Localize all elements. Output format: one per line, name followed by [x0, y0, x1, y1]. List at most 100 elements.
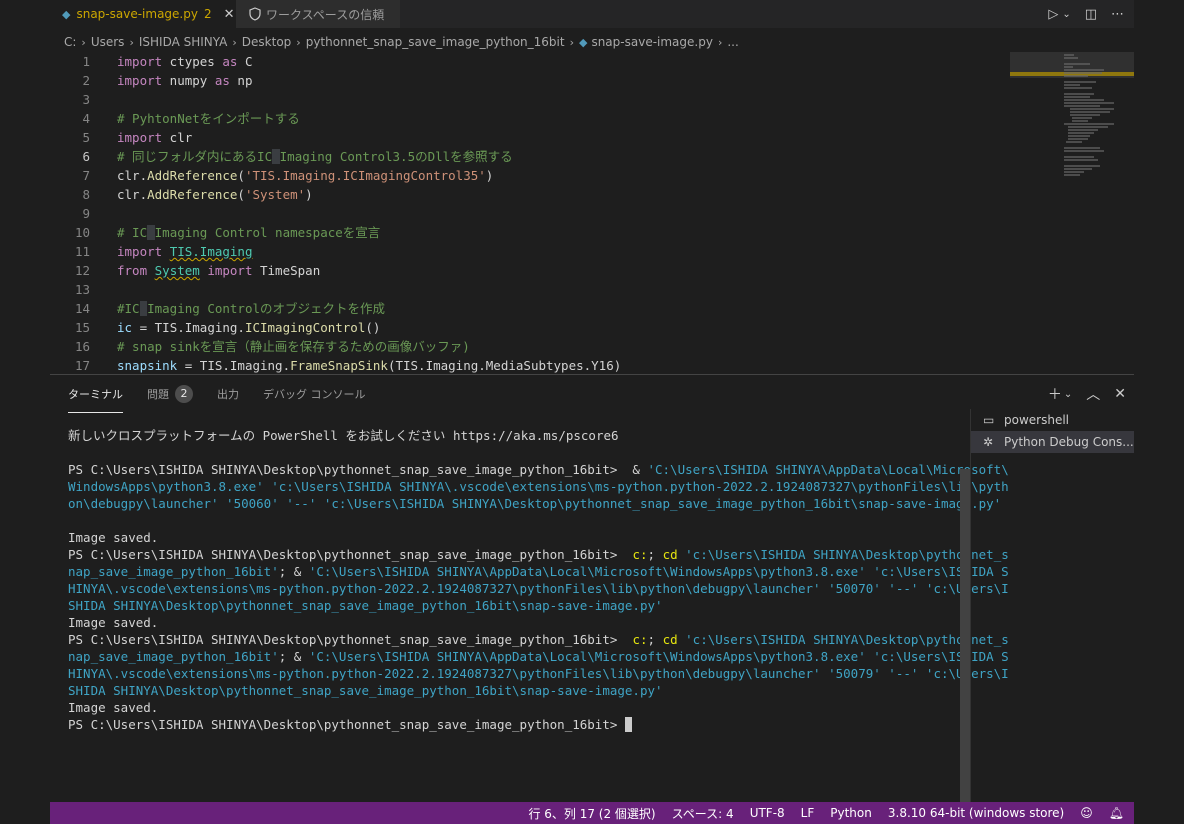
minimap-line [1064, 123, 1114, 125]
code-line[interactable]: 5 import clr [50, 128, 1010, 147]
terminal-text: Image saved. [68, 700, 159, 715]
code-line[interactable]: 6 # 同じフォルダ内にあるIC Imaging Control3.5のDllを参… [50, 147, 1010, 166]
close-panel-icon[interactable]: ✕ [1114, 386, 1126, 402]
minimap-line [1064, 150, 1104, 152]
editor-actions: ▷ ⌄ ◫ ⋯ [1048, 0, 1124, 28]
language-mode[interactable]: Python [830, 806, 872, 820]
line-number: 17 [74, 358, 90, 373]
code-line[interactable]: 13 [50, 280, 1010, 299]
code-line[interactable]: 1 import ctypes as C [50, 52, 1010, 71]
minimap-line [1064, 66, 1073, 68]
close-icon[interactable]: ✕ [224, 7, 235, 22]
breadcrumb-item[interactable]: C: [64, 35, 76, 49]
code-token [272, 149, 280, 164]
terminal-text: PS C:\Users\ISHIDA SHINYA\Desktop\python… [68, 547, 633, 562]
code-token: FrameSnapSink [290, 358, 388, 373]
terminal-text: Image saved. [68, 615, 159, 630]
chevron-right-icon: › [717, 35, 723, 49]
breadcrumb-item[interactable]: Desktop [242, 35, 292, 49]
code-token: Imaging Controlのオブジェクトを作成 [147, 301, 385, 316]
minimap[interactable] [1010, 52, 1134, 374]
debug-icon: ✲ [983, 435, 994, 449]
terminal-list-label: powershell [1004, 413, 1069, 427]
chevron-right-icon: › [296, 35, 301, 49]
code-line[interactable]: 10 # IC Imaging Control namespaceを宣言 [50, 223, 1010, 242]
code-line[interactable]: 2 import numpy as np [50, 71, 1010, 90]
split-editor-icon[interactable]: ◫ [1085, 7, 1097, 22]
indentation[interactable]: スペース: 4 [672, 805, 734, 822]
code-token: #IC [117, 301, 140, 316]
tab-debug-console[interactable]: デバッグ コンソール [263, 375, 366, 413]
cursor-position[interactable]: 行 6、列 17 (2 個選択) [528, 805, 655, 822]
terminal-text: 新しいクロスプラットフォームの PowerShell をお試しください http… [68, 428, 619, 443]
code-token: # PyhtonNetをインポートする [117, 111, 300, 126]
tab-problems[interactable]: 問題 2 [147, 375, 193, 413]
code-line[interactable]: 9 [50, 204, 1010, 223]
terminal-list-item[interactable]: ▭ powershell [971, 409, 1134, 431]
status-bar: 行 6、列 17 (2 個選択) スペース: 4 UTF-8 LF Python… [50, 802, 1134, 824]
maximize-panel-icon[interactable]: ︿ [1086, 384, 1100, 404]
code-token: AddReference [147, 187, 238, 202]
panel-tabs: ターミナル 問題 2 出力 デバッグ コンソール [68, 375, 366, 413]
code-text: import ctypes as C [117, 52, 253, 71]
code-text: import numpy as np [117, 71, 252, 90]
chevron-right-icon: › [232, 35, 237, 49]
code-line[interactable]: 16 # snap sinkを宣言（静止画を保存するための画像バッファ) [50, 337, 1010, 356]
code-line[interactable]: 4 # PyhtonNetをインポートする [50, 109, 1010, 128]
code-text: clr.AddReference('System') [117, 185, 313, 204]
code-line[interactable]: 3 [50, 90, 1010, 109]
minimap-line [1064, 84, 1080, 86]
code-line[interactable]: 8 clr.AddReference('System') [50, 185, 1010, 204]
tab-workspace-trust[interactable]: ワークスペースの信頼 [236, 0, 400, 28]
end-of-line[interactable]: LF [801, 806, 815, 820]
code-token: # IC [117, 225, 148, 240]
run-icon[interactable]: ▷ [1048, 7, 1058, 22]
terminal-text: cd [662, 547, 678, 562]
more-actions-icon[interactable]: ⋯ [1111, 7, 1124, 22]
code-token: # snap sinkを宣言（静止画を保存するための画像バッファ) [117, 339, 470, 354]
minimap-line [1068, 132, 1094, 134]
breadcrumb-item[interactable]: pythonnet_snap_save_image_python_16bit [306, 35, 565, 49]
minimap-line [1064, 165, 1100, 167]
terminal-text: SHIDA SHINYA\Desktop\pythonnet_snap_save… [68, 683, 663, 698]
code-line[interactable]: 15 ic = TIS.Imaging.ICImagingControl() [50, 318, 1010, 337]
code-token: = TIS.Imaging. [177, 358, 291, 373]
minimap-line [1064, 57, 1078, 59]
line-number: 5 [82, 130, 90, 145]
minimap-line [1064, 156, 1094, 158]
terminal-scrollbar[interactable] [960, 469, 970, 803]
code-line[interactable]: 17 snapsink = TIS.Imaging.FrameSnapSink(T… [50, 356, 1010, 374]
tab-label: ワークスペースの信頼 [266, 7, 385, 22]
code-line[interactable]: 14 #IC Imaging Controlのオブジェクトを作成 [50, 299, 1010, 318]
code-editor[interactable]: 1 import ctypes as C 2 import numpy as np 3 4… [50, 52, 1134, 374]
bell-icon[interactable]: 🔔︎ [1109, 806, 1124, 820]
terminal-line: PS C:\Users\ISHIDA SHINYA\Desktop\python… [68, 546, 1009, 563]
minimap-line [1064, 99, 1104, 101]
tab-snap-save-image[interactable]: ◆ snap-save-image.py 2 ✕ [50, 0, 236, 28]
minimap-line [1064, 93, 1094, 95]
encoding[interactable]: UTF-8 [750, 806, 785, 820]
breadcrumb-item[interactable]: ... [727, 35, 738, 49]
breadcrumb-item[interactable]: Users [91, 35, 125, 49]
breadcrumb-item[interactable]: snap-save-image.py [591, 35, 713, 49]
feedback-icon[interactable]: ☺ [1080, 806, 1093, 820]
tab-output[interactable]: 出力 [217, 375, 239, 413]
chevron-down-icon[interactable]: ⌄ [1064, 389, 1072, 400]
python-interpreter[interactable]: 3.8.10 64-bit (windows store) [888, 806, 1064, 820]
terminal-output[interactable]: 新しいクロスプラットフォームの PowerShell をお試しください http… [68, 427, 1009, 787]
terminal-line: Image saved. [68, 699, 953, 716]
minimap-line [1064, 171, 1084, 173]
terminal-text: Image saved. [68, 530, 159, 545]
breadcrumb-item[interactable]: ISHIDA SHINYA [139, 35, 228, 49]
tab-terminal[interactable]: ターミナル [68, 375, 123, 413]
terminal-line: HINYA\.vscode\extensions\ms-python.pytho… [68, 580, 1009, 597]
code-token: () [365, 320, 381, 335]
code-line[interactable]: 7 clr.AddReference('TIS.Imaging.ICImaging… [50, 166, 1010, 185]
code-token: snapsink [117, 358, 178, 373]
code-token: AddReference [147, 168, 238, 183]
chevron-down-icon[interactable]: ⌄ [1062, 9, 1070, 20]
code-line[interactable]: 12 from System import TimeSpan [50, 261, 1010, 280]
code-line[interactable]: 11 import TIS.Imaging [50, 242, 1010, 261]
terminal-list-item[interactable]: ✲ Python Debug Cons... [971, 431, 1134, 453]
add-terminal-icon[interactable]: ＋ [1048, 384, 1062, 404]
